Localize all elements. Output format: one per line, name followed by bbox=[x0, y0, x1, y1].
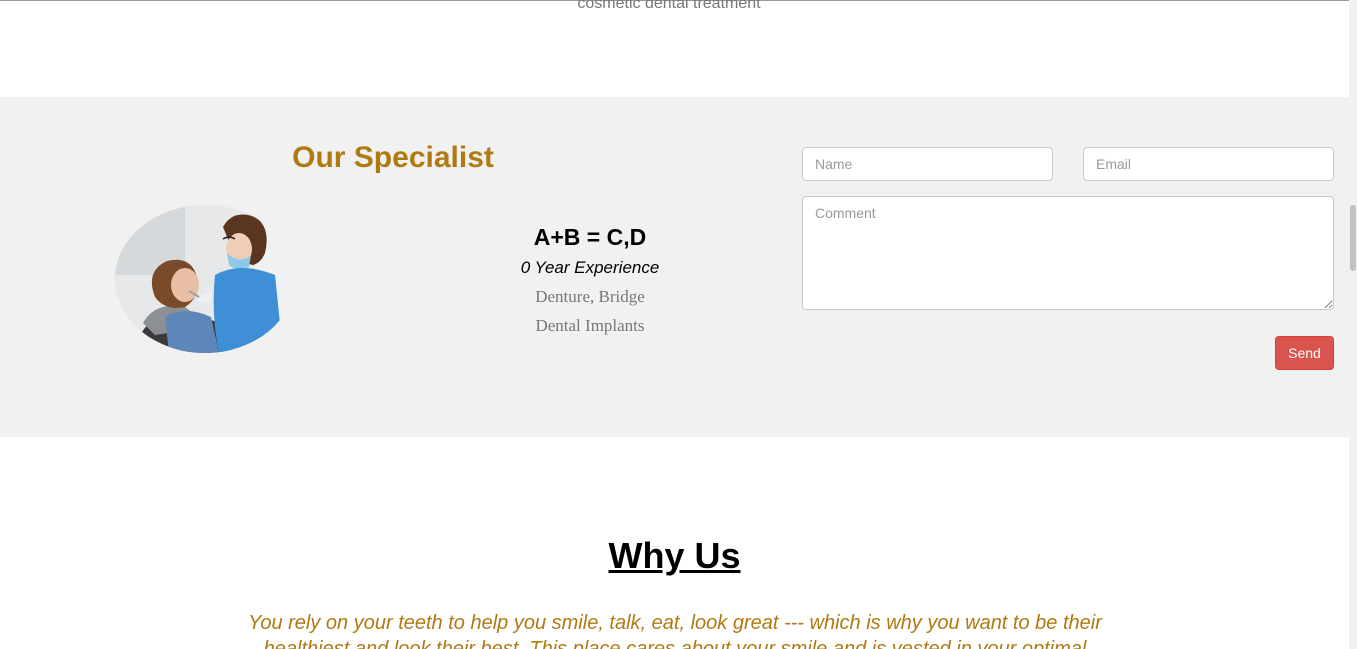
specialist-experience: 0 Year Experience bbox=[520, 258, 660, 277]
page: cosmetic dental treatment Our Specialist bbox=[0, 0, 1349, 649]
specialist-name: A+B = C,D bbox=[533, 224, 647, 250]
specialist-skill: Denture, Bridge bbox=[535, 287, 645, 306]
scrollbar-thumb[interactable] bbox=[1350, 205, 1356, 271]
specialist-photo bbox=[115, 205, 295, 353]
page-scrollbar[interactable] bbox=[1349, 0, 1357, 649]
specialist-info: A+B = C,D 0 Year Experience Denture, Bri… bbox=[460, 222, 720, 340]
comment-textarea[interactable] bbox=[802, 196, 1334, 310]
specialist-section: Our Specialist A+B = C,D 0 Year Experien… bbox=[0, 97, 1349, 437]
send-button[interactable]: Send bbox=[1275, 336, 1334, 370]
why-us-heading: Why Us bbox=[608, 535, 741, 576]
why-us-text: You rely on your teeth to help you smile… bbox=[248, 612, 1102, 649]
dentist-photo-illustration bbox=[115, 205, 295, 353]
service-caption: cosmetic dental treatment bbox=[577, 0, 761, 12]
email-input[interactable] bbox=[1083, 147, 1334, 181]
specialist-heading: Our Specialist bbox=[292, 141, 494, 174]
name-input[interactable] bbox=[802, 147, 1053, 181]
specialist-skill: Dental Implants bbox=[535, 316, 645, 335]
